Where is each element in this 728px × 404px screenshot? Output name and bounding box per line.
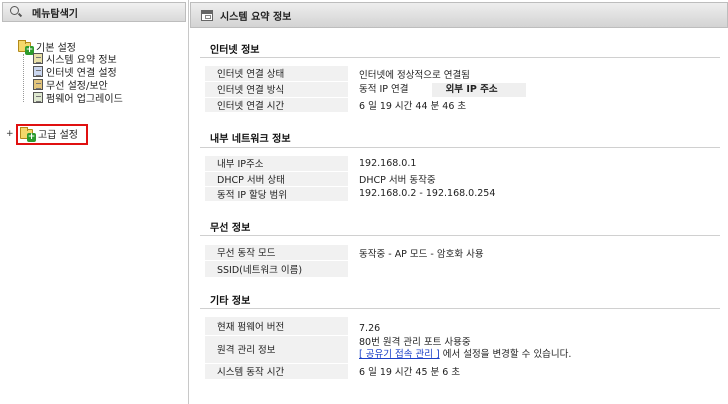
row-value: 192.168.0.2 - 192.168.0.254 <box>359 188 496 199</box>
expand-toggle-advanced[interactable]: + <box>6 129 14 139</box>
table-row: 인터넷 연결 상태 인터넷에 정상적으로 연결됨 <box>205 66 715 82</box>
row-label: 인터넷 연결 상태 <box>205 66 348 82</box>
external-ip-button[interactable]: 외부 IP 주소 <box>431 83 526 97</box>
row-value-cell: 80번 원격 관리 포트 사용중 [ 공유기 접속 관리 ] 에서 설정을 변경… <box>348 335 715 363</box>
tree-item-label: 펌웨어 업그레이드 <box>46 94 123 105</box>
row-label: 무선 동작 모드 <box>205 245 348 261</box>
table-row: 무선 동작 모드 동작중 - AP 모드 - 암호화 사용 <box>205 245 715 261</box>
link-suffix-text: 에서 설정을 변경할 수 있습니다. <box>442 349 572 360</box>
row-value: 6 일 19 시간 44 분 46 초 <box>359 100 467 112</box>
row-value: 인터넷에 정상적으로 연결됨 <box>359 69 470 81</box>
row-label: 시스템 동작 시간 <box>205 363 348 380</box>
row-label: 원격 관리 정보 <box>205 335 348 364</box>
folder-icon: + <box>18 39 34 55</box>
tree-folder-label: 고급 설정 <box>38 130 78 141</box>
remote-mgmt-note: [ 공유기 접속 관리 ] 에서 설정을 변경할 수 있습니다. <box>359 349 715 361</box>
menu-explorer-title: 메뉴탐색기 <box>32 8 78 20</box>
menu-explorer-header: 메뉴탐색기 <box>2 2 186 22</box>
row-value: 80번 원격 관리 포트 사용중 <box>359 337 471 348</box>
table-row: 내부 IP주소 192.168.0.1 <box>205 156 715 172</box>
section-title-wireless: 무선 정보 <box>210 223 251 234</box>
section-title-internet: 인터넷 정보 <box>210 45 260 56</box>
row-value: 192.168.0.1 <box>359 158 417 169</box>
page-icon <box>33 92 43 103</box>
folder-icon: + <box>20 126 36 142</box>
table-row: DHCP 서버 상태 DHCP 서버 동작중 <box>205 171 715 187</box>
tree-item-firmware-upgrade[interactable]: 펌웨어 업그레이드 <box>33 91 123 105</box>
row-label: 내부 IP주소 <box>205 156 348 172</box>
page-icon <box>33 53 43 64</box>
page-icon <box>33 79 43 90</box>
row-value: 6 일 19 시간 45 분 6 초 <box>359 367 461 378</box>
row-label: 인터넷 연결 시간 <box>205 97 348 113</box>
table-row: 원격 관리 정보 80번 원격 관리 포트 사용중 [ 공유기 접속 관리 ] … <box>205 335 715 364</box>
row-label: DHCP 서버 상태 <box>205 171 348 187</box>
tree-folder-advanced-settings[interactable]: + 고급 설정 <box>20 126 78 142</box>
content-panel: 시스템 요약 정보 인터넷 정보 인터넷 연결 상태 인터넷에 정상적으로 연결… <box>190 0 728 404</box>
window-icon <box>201 9 213 21</box>
table-row: 인터넷 연결 시간 6 일 19 시간 44 분 46 초 <box>205 97 715 113</box>
internet-info-table: 인터넷 연결 상태 인터넷에 정상적으로 연결됨 인터넷 연결 방식 동적 IP… <box>205 66 715 113</box>
row-label: 인터넷 연결 방식 <box>205 81 348 98</box>
table-row: 인터넷 연결 방식 동적 IP 연결 외부 IP 주소 <box>205 81 715 98</box>
page-title: 시스템 요약 정보 <box>220 11 292 23</box>
row-value: 동작중 - AP 모드 - 암호화 사용 <box>359 248 484 260</box>
row-value: 7.26 <box>359 322 381 334</box>
row-value-cell: 동적 IP 연결 외부 IP 주소 <box>348 81 715 97</box>
other-info-table: 현재 펌웨어 버전 7.26 원격 관리 정보 80번 원격 관리 포트 사용중… <box>205 317 715 380</box>
row-label: 동적 IP 할당 범위 <box>205 186 348 202</box>
row-label: SSID(네트워크 이름) <box>205 260 348 278</box>
table-row: SSID(네트워크 이름) <box>205 260 715 278</box>
table-row: 현재 펌웨어 버전 7.26 <box>205 317 715 336</box>
row-label: 현재 펌웨어 버전 <box>205 317 348 336</box>
search-icon <box>10 6 23 18</box>
page-icon <box>33 66 43 77</box>
menu-explorer-panel: 메뉴탐색기 + 기본 설정 시스템 요약 정보 인터넷 연결 설정 무선 설정/… <box>0 0 189 404</box>
row-value: DHCP 서버 동작중 <box>359 174 436 186</box>
section-title-lan: 내부 네트워크 정보 <box>210 134 291 145</box>
section-title-other: 기타 정보 <box>210 296 251 307</box>
row-value <box>348 260 715 277</box>
row-value: 동적 IP 연결 <box>359 84 409 95</box>
router-access-link[interactable]: [ 공유기 접속 관리 ] <box>359 349 440 360</box>
content-header: 시스템 요약 정보 <box>190 2 728 28</box>
table-row: 시스템 동작 시간 6 일 19 시간 45 분 6 초 <box>205 363 715 380</box>
wireless-info-table: 무선 동작 모드 동작중 - AP 모드 - 암호화 사용 SSID(네트워크 … <box>205 245 715 278</box>
table-row: 동적 IP 할당 범위 192.168.0.2 - 192.168.0.254 <box>205 186 715 202</box>
lan-info-table: 내부 IP주소 192.168.0.1 DHCP 서버 상태 DHCP 서버 동… <box>205 156 715 202</box>
